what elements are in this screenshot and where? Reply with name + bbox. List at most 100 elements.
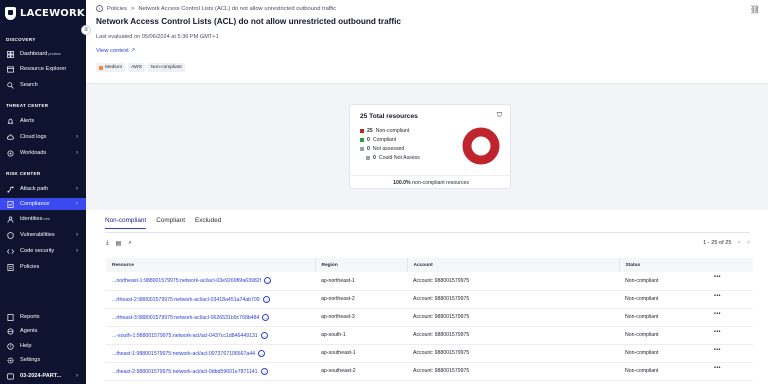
open-resource-icon[interactable]: → — [260, 367, 268, 375]
legend-not-assessed[interactable]: 0 Not assessed — [360, 146, 420, 152]
more-actions-icon[interactable]: ••• — [714, 329, 721, 335]
search-icon[interactable]: ⌕ — [128, 240, 131, 247]
resource-link[interactable]: ...theast-1:988001579975:network-acl/acl… — [112, 350, 255, 356]
table-row[interactable]: ...rtheast-3:988001579975:network-acl/ac… — [106, 308, 753, 327]
filter-icon[interactable]: ⛉ — [497, 112, 502, 120]
main-content: ‹ Policies > Network Access Control List… — [86, 0, 768, 384]
external-link-icon: ↗ — [130, 48, 136, 54]
view-context-link[interactable]: View context ↗ — [96, 48, 135, 54]
account-cell: Account: 988001579975 — [407, 362, 619, 381]
legend-non-compliant[interactable]: 25 Non-compliant — [360, 128, 420, 134]
resource-cell[interactable]: ...central-1:988001579975:network-acl/ac… — [106, 380, 315, 384]
sidebar-item-label: Settings — [20, 357, 41, 363]
tab-compliant[interactable]: Compliant — [156, 217, 185, 229]
sidebar-item-label: Compliance — [20, 201, 50, 207]
brand-logo[interactable]: LACEWORK — [5, 7, 85, 20]
sidebar-item-vulnerabilities[interactable]: Vulnerabilities › — [0, 229, 86, 241]
account-cell: Account: 988001579975 — [407, 308, 619, 327]
column-header-account[interactable]: Account — [407, 258, 620, 272]
resource-link[interactable]: ...rtheast-3:988001579975:network-acl/ac… — [112, 314, 259, 320]
sidebar-item-label: Search — [20, 82, 38, 88]
more-actions-icon[interactable]: ••• — [714, 365, 721, 371]
sidebar-item-help[interactable]: ? Help — [0, 340, 86, 352]
attack-path-icon — [6, 185, 14, 193]
tag-label: Non-compliant — [150, 65, 182, 70]
resource-link[interactable]: ...northeast-1:988001579975:network-acl/… — [112, 278, 261, 284]
download-icon[interactable]: ⤓ — [106, 240, 109, 247]
sidebar-item-cloud-logs[interactable]: Cloud logs › — [0, 131, 86, 143]
table-row[interactable]: ...theast-1:988001579975:network-acl/acl… — [106, 344, 753, 363]
legend-compliant[interactable]: 0 Compliant — [360, 137, 420, 143]
resource-summary-card: 25 Total resources ⛉ 25 Non-compliant 0 Co… — [349, 104, 512, 189]
sidebar-item-compliance[interactable]: Compliance › — [0, 198, 86, 210]
resource-cell[interactable]: ...theast-2:988001579975:network-acl/acl… — [106, 362, 315, 381]
table-row[interactable]: ...rtheast-2:988001579975:network-acl/ac… — [106, 290, 753, 309]
table-row[interactable]: ...northeast-1:988001579975:network-acl/… — [106, 272, 753, 291]
resource-link[interactable]: ...rtheast-2:988001579975:network-acl/ac… — [112, 296, 260, 302]
legend-count: 0 — [367, 146, 370, 152]
resource-cell[interactable]: ...-south-1:988001579975:network-acl/acl… — [106, 326, 315, 345]
sidebar-item-alerts[interactable]: Alerts — [0, 115, 86, 127]
open-resource-icon[interactable]: → — [260, 331, 268, 339]
table-row[interactable]: ...central-1:988001579975:network-acl/ac… — [106, 380, 753, 384]
column-header-resource[interactable]: Resource — [106, 258, 316, 272]
open-resource-icon[interactable]: → — [262, 313, 270, 321]
provider-tag: AWS — [128, 63, 145, 72]
agents-icon — [6, 327, 14, 335]
back-arrow-icon[interactable]: ‹ — [96, 5, 103, 12]
account-cell: Account: 988001579975 — [407, 380, 619, 384]
resource-cell[interactable]: ...rtheast-2:988001579975:network-acl/ac… — [106, 290, 315, 309]
legend-label: Could Not Assess — [378, 155, 420, 161]
more-actions-icon[interactable]: ••• — [714, 274, 721, 280]
sidebar-item-policies[interactable]: Policies — [0, 261, 86, 273]
more-actions-icon[interactable]: ••• — [714, 293, 721, 299]
sidebar: LACEWORK DISCOVERY Dashboard preview Reso… — [0, 0, 86, 384]
total-resources: 25 Total resources — [360, 113, 418, 120]
sidebar-item-agents[interactable]: Agents — [0, 325, 86, 337]
workloads-icon — [6, 149, 14, 157]
resource-cell[interactable]: ...rtheast-3:988001579975:network-acl/ac… — [106, 308, 315, 327]
sidebar-item-dashboard[interactable]: Dashboard preview — [0, 48, 86, 60]
sidebar-item-settings[interactable]: Settings — [0, 354, 86, 366]
table-row[interactable]: ...-south-1:988001579975:network-acl/acl… — [106, 326, 753, 345]
resource-cell[interactable]: ...northeast-1:988001579975:network-acl/… — [106, 272, 315, 291]
link-icon[interactable]: ⛓ — [750, 5, 760, 14]
table-row[interactable]: ...theast-2:988001579975:network-acl/acl… — [106, 362, 753, 381]
more-actions-icon[interactable]: ••• — [714, 347, 721, 353]
sidebar-item-reports[interactable]: Reports — [0, 311, 86, 323]
chevron-right-icon: › — [76, 373, 78, 379]
sidebar-item-workloads[interactable]: Workloads › — [0, 147, 86, 159]
status-cell: Non-compliant ••• — [619, 308, 753, 327]
pagination: 1 - 25 of 25 < > — [703, 240, 750, 246]
resource-cell[interactable]: ...theast-1:988001579975:network-acl/acl… — [106, 344, 315, 363]
sidebar-item-attack-path[interactable]: Attack path › — [0, 183, 86, 195]
prev-page-button[interactable]: < — [737, 240, 740, 246]
sidebar-item-resource-explorer[interactable]: Resource Explorer — [0, 63, 86, 75]
next-page-button[interactable]: > — [747, 240, 750, 246]
column-header-region[interactable]: Region — [315, 258, 408, 272]
resource-link[interactable]: ...theast-2:988001579975:network-acl/acl… — [112, 368, 258, 374]
breadcrumb-current: Network Access Control Lists (ACL) do no… — [138, 5, 337, 12]
sidebar-item-account[interactable]: 03-2024-PART... › — [0, 370, 86, 382]
legend-label: Not assessed — [372, 146, 405, 152]
tab-excluded[interactable]: Excluded — [195, 217, 221, 229]
column-header-status[interactable]: Status — [619, 258, 753, 272]
resources-panel: Non-compliant Compliant Excluded ⤓ ▤ ⌕ 1… — [86, 210, 768, 384]
more-actions-icon[interactable]: ••• — [714, 311, 721, 317]
sidebar-item-label: Identities — [20, 216, 43, 222]
sidebar-item-identities[interactable]: Identities new — [0, 213, 86, 225]
region-cell: ap-northeast-1 — [315, 272, 407, 291]
section-discovery: DISCOVERY — [6, 37, 36, 42]
tab-non-compliant[interactable]: Non-compliant — [105, 217, 147, 229]
columns-icon[interactable]: ▤ — [116, 240, 122, 247]
legend-could-not-assess[interactable]: 0 Could Not Assess — [366, 155, 420, 161]
code-icon — [6, 247, 14, 255]
sidebar-item-search[interactable]: Search — [0, 79, 86, 91]
open-resource-icon[interactable]: → — [262, 295, 270, 303]
sidebar-collapse-button[interactable]: ≡ — [81, 25, 91, 35]
open-resource-icon[interactable]: → — [258, 349, 266, 357]
open-resource-icon[interactable]: → — [264, 277, 272, 285]
sidebar-item-code-security[interactable]: Code security › — [0, 245, 86, 257]
resource-link[interactable]: ...-south-1:988001579975:network-acl/acl… — [112, 332, 258, 338]
breadcrumb-root[interactable]: Policies — [107, 6, 127, 12]
